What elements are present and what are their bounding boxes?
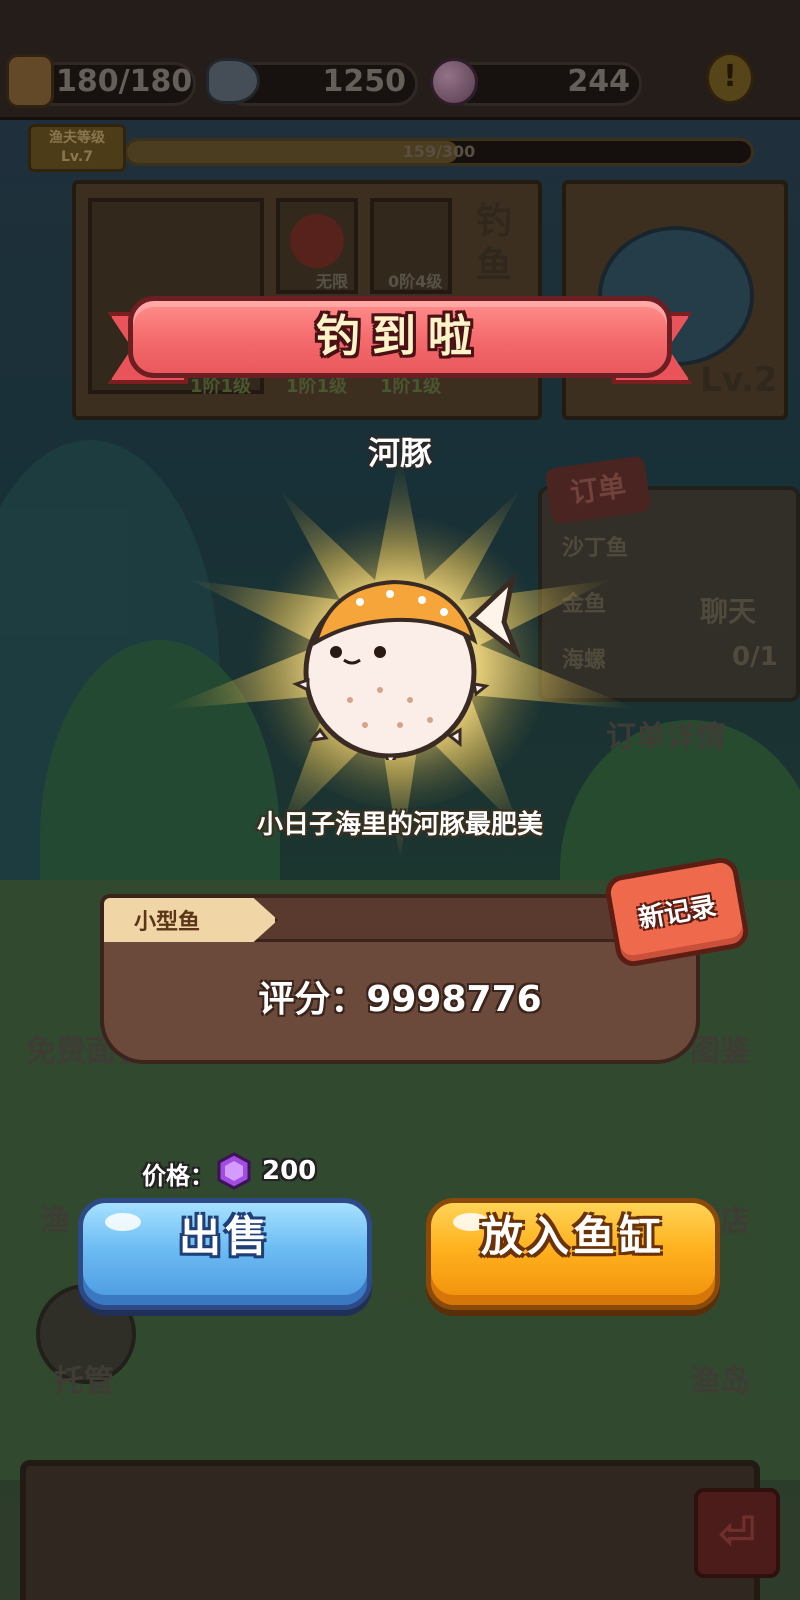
sell-button-label: 出售 xyxy=(178,1212,271,1261)
fish-description: 小日子海里的河豚最肥美 xyxy=(256,810,543,840)
score-value: 评分：9998776 xyxy=(258,979,542,1020)
sell-button[interactable]: 出售 xyxy=(78,1198,372,1310)
price-label: 价格： xyxy=(142,1162,214,1190)
purple-gem-icon xyxy=(217,1152,251,1190)
pufferfish-icon xyxy=(292,572,520,760)
price-value: 200 xyxy=(262,1156,317,1186)
fish-category: 小型鱼 xyxy=(134,910,201,935)
tank-button-label: 放入鱼缸 xyxy=(480,1212,665,1261)
popup-title: 钓到啦 xyxy=(316,311,484,362)
put-in-tank-button[interactable]: 放入鱼缸 xyxy=(426,1198,720,1310)
